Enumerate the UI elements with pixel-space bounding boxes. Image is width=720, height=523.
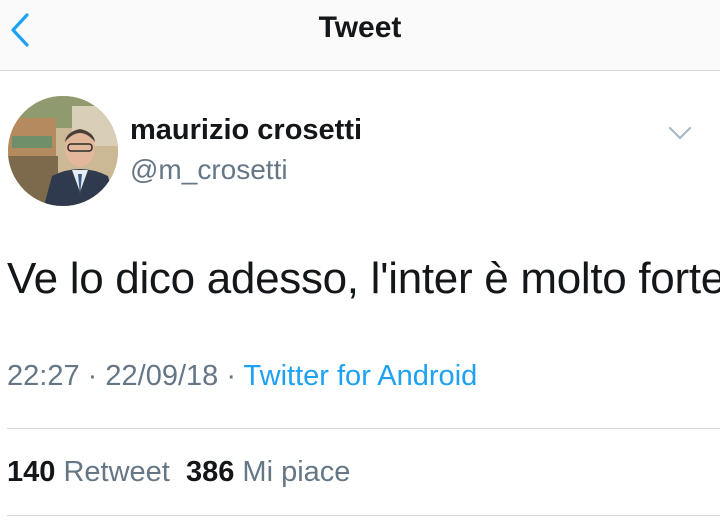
- divider: [7, 515, 720, 516]
- avatar[interactable]: [8, 96, 118, 206]
- author-handle[interactable]: @m_crosetti: [130, 154, 288, 186]
- tweet-text: Ve lo dico adesso, l'inter è molto forte: [7, 254, 720, 303]
- likes-stat[interactable]: 386 Mi piace: [186, 456, 350, 488]
- navigation-bar: Tweet: [0, 0, 720, 71]
- divider: [7, 428, 720, 429]
- tweet-stats: 140 Retweet 386 Mi piace: [7, 456, 350, 489]
- meta-separator: ·: [87, 360, 98, 392]
- retweets-stat[interactable]: 140 Retweet: [7, 456, 170, 488]
- tweet-date: 22/09/18: [105, 360, 219, 392]
- tweet-source-link[interactable]: Twitter for Android: [244, 360, 478, 392]
- tweet-metadata: 22:27 · 22/09/18 · Twitter for Android: [7, 360, 477, 393]
- chevron-down-icon: [667, 125, 693, 146]
- tweet-menu-button[interactable]: [664, 122, 696, 148]
- retweets-count: 140: [7, 456, 56, 488]
- likes-label: Mi piace: [242, 456, 351, 488]
- retweets-label: Retweet: [63, 456, 170, 488]
- likes-count: 386: [185, 456, 235, 488]
- author-display-name[interactable]: maurizio crosetti: [130, 114, 362, 147]
- page-title: Tweet: [318, 11, 402, 44]
- meta-separator: ·: [226, 360, 236, 392]
- tweet-time: 22:27: [7, 360, 80, 392]
